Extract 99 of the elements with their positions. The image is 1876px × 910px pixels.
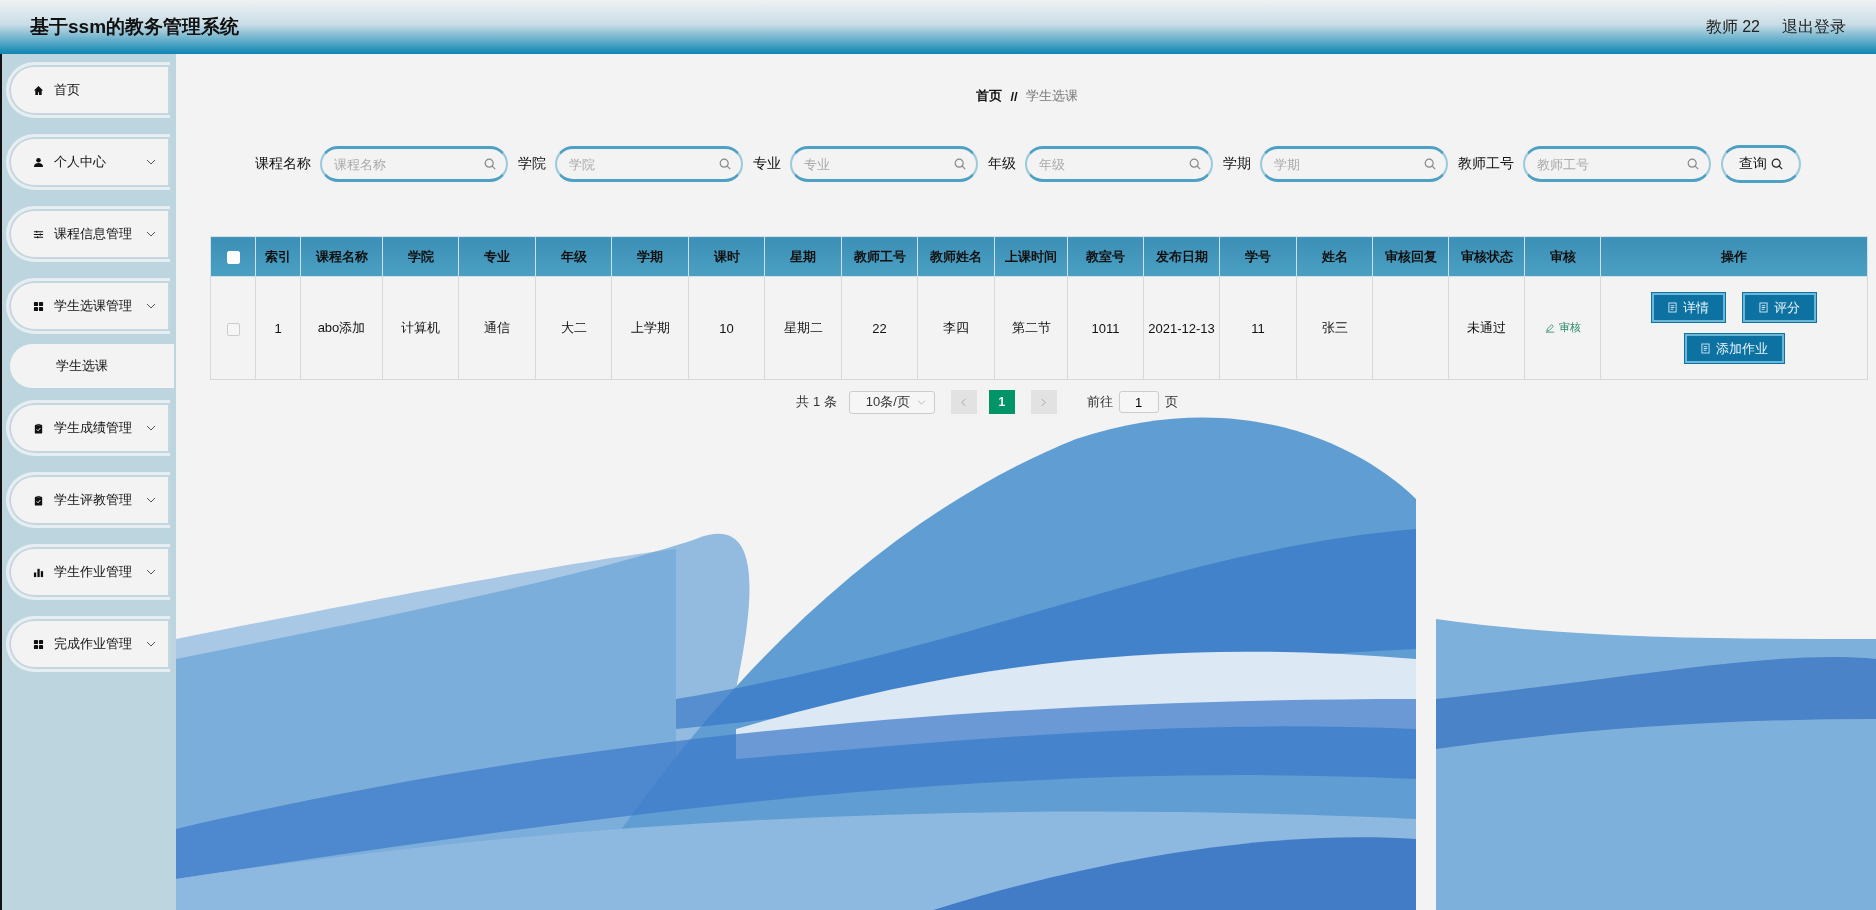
table-cell: 大二	[535, 276, 612, 380]
home-icon	[33, 84, 44, 96]
column-header: 课时	[688, 236, 765, 277]
review-link[interactable]: 审核	[1544, 320, 1581, 336]
table-cell: 10	[688, 276, 765, 380]
table-cell: 星期二	[764, 276, 842, 380]
field-label: 年级	[988, 155, 1016, 173]
field-label: 专业	[753, 155, 781, 173]
table-cell: 张三	[1296, 276, 1373, 380]
column-header: 学号	[1219, 236, 1297, 277]
next-page-button[interactable]	[1030, 390, 1057, 414]
field-label: 学期	[1223, 155, 1251, 173]
search-field[interactable]: 学院	[555, 146, 743, 182]
column-header: 学院	[382, 236, 459, 277]
column-header: 上课时间	[994, 236, 1068, 277]
table-cell: 1	[255, 276, 301, 380]
previous-page-button[interactable]	[950, 390, 977, 414]
page-size-select[interactable]: 10条/页	[848, 390, 935, 414]
field-label: 学院	[518, 155, 546, 173]
search-field[interactable]: 教师工号	[1523, 146, 1711, 182]
chevron-right-icon	[1041, 397, 1047, 407]
table-cell: 22	[841, 276, 918, 380]
bar-chart-icon	[33, 566, 44, 578]
action-button[interactable]: 添加作业	[1684, 334, 1784, 363]
action-button[interactable]: 评分	[1743, 293, 1816, 322]
menu-item[interactable]: 学生评教管理	[6, 472, 170, 528]
grid-icon	[33, 300, 44, 312]
search-field[interactable]: 年级	[1025, 146, 1213, 182]
column-header: 教师姓名	[917, 236, 995, 277]
search-icon	[1424, 158, 1436, 170]
search-field[interactable]: 课程名称	[320, 146, 508, 182]
column-header: 审核	[1524, 236, 1601, 277]
logout-link[interactable]: 退出登录	[1782, 16, 1846, 38]
column-header: 教师工号	[841, 236, 918, 277]
submenu-item[interactable]: 学生选课	[10, 344, 174, 388]
table-cell: 李四	[917, 276, 995, 380]
page-suffix: 页	[1164, 393, 1178, 411]
pencil-icon	[1544, 322, 1555, 333]
table-cell: 通信	[458, 276, 536, 380]
column-header: 学期	[611, 236, 689, 277]
menu-item[interactable]: 完成作业管理	[6, 616, 170, 672]
table-cell: 11	[1219, 276, 1297, 380]
field-label: 教师工号	[1458, 155, 1514, 173]
table-cell: 1011	[1067, 276, 1144, 380]
table-cell: 2021-12-13	[1143, 276, 1220, 380]
column-header: 专业	[458, 236, 536, 277]
document-icon	[1668, 302, 1677, 313]
search-icon	[719, 158, 731, 170]
sliders-icon	[33, 228, 44, 240]
document-icon	[1759, 302, 1768, 313]
menu-item[interactable]: 学生成绩管理	[6, 400, 170, 456]
column-header: 课程名称	[300, 236, 383, 277]
search-icon	[484, 158, 496, 170]
row-checkbox[interactable]	[226, 322, 240, 336]
breadcrumb-separator: //	[1010, 88, 1018, 104]
clipboard-icon	[33, 422, 44, 434]
menu-item[interactable]: 个人中心	[6, 134, 170, 190]
column-header: 发布日期	[1143, 236, 1220, 277]
person-icon	[33, 156, 44, 168]
column-header: 审核回复	[1372, 236, 1449, 277]
breadcrumb-home[interactable]: 首页	[976, 87, 1003, 105]
app-title: 基于ssm的教务管理系统	[30, 15, 241, 39]
user-name: 教师 22	[1705, 16, 1760, 37]
search-field[interactable]: 学期	[1260, 146, 1448, 182]
breadcrumb-current: 学生选课	[1025, 87, 1078, 105]
search-icon	[1771, 158, 1783, 170]
menu-item[interactable]: 学生作业管理	[6, 544, 170, 600]
clipboard-icon	[33, 494, 44, 506]
grid-icon	[33, 638, 44, 650]
table-cell: 未通过	[1448, 276, 1525, 380]
table-cell: 第二节	[994, 276, 1068, 380]
chevron-down-icon	[916, 399, 926, 405]
column-header: 索引	[255, 236, 301, 277]
menu-item[interactable]: 学生选课管理	[6, 278, 170, 334]
column-header: 姓名	[1296, 236, 1373, 277]
chevron-left-icon	[961, 397, 967, 407]
menu-item[interactable]: 首页	[6, 62, 170, 118]
table-cell: abo添加	[300, 276, 383, 380]
column-header: 审核状态	[1448, 236, 1525, 277]
total-count: 共 1 条	[796, 393, 837, 411]
search-icon	[1687, 158, 1699, 170]
table-cell: 上学期	[611, 276, 689, 380]
action-button[interactable]: 详情	[1652, 293, 1725, 322]
column-header: 年级	[535, 236, 612, 277]
field-label: 课程名称	[255, 155, 311, 173]
search-field[interactable]: 专业	[790, 146, 978, 182]
search-icon	[954, 158, 966, 170]
search-icon	[1189, 158, 1201, 170]
column-header: 教室号	[1067, 236, 1144, 277]
menu-item[interactable]: 课程信息管理	[6, 206, 170, 262]
goto-label: 前往	[1086, 393, 1113, 411]
column-header: 操作	[1600, 236, 1868, 277]
goto-page-field[interactable]: 1	[1118, 391, 1159, 413]
page-button[interactable]: 1	[988, 390, 1015, 414]
column-header: 星期	[764, 236, 842, 277]
table-cell: 计算机	[382, 276, 459, 380]
select-all-checkbox[interactable]	[226, 251, 240, 265]
search-button[interactable]: 查询	[1721, 145, 1801, 183]
document-icon	[1700, 343, 1710, 354]
